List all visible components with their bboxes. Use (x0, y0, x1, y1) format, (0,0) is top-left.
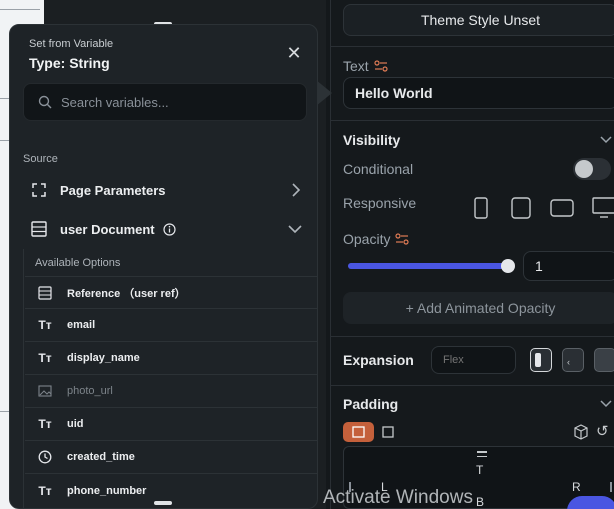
text-type-icon: Tт (38, 483, 52, 498)
opacity-slider-handle[interactable] (501, 259, 515, 273)
padding-heading: Padding (343, 396, 399, 412)
expansion-flexible-button[interactable]: ‹ (562, 348, 584, 372)
reset-icon[interactable]: ↺ (596, 422, 609, 440)
info-icon[interactable] (163, 222, 176, 236)
theme-style-label: Theme Style Unset (420, 12, 541, 28)
text-type-icon: Tт (38, 318, 52, 332)
responsive-label: Responsive (343, 195, 417, 211)
padding-top-handle-line (477, 456, 487, 457)
canvas-line (0, 9, 40, 10)
text-type-icon: Tт (38, 351, 52, 365)
expansion-flex-field[interactable] (431, 346, 516, 374)
padding-top-handle[interactable] (477, 451, 487, 453)
chevron-right-icon[interactable] (289, 182, 303, 198)
padding-all-sides-button[interactable] (343, 422, 374, 442)
chevron-down-icon[interactable] (599, 133, 613, 147)
dialog-caption: Set from Variable (29, 38, 114, 50)
padding-top-label: T (476, 463, 484, 477)
search-input[interactable] (61, 94, 281, 110)
source-page-parameters[interactable]: Page Parameters (23, 173, 307, 207)
opacity-slider-fill (348, 263, 508, 269)
available-options-panel: Available Options Reference （user ref） T… (23, 249, 317, 508)
option-created-time[interactable]: created_time (25, 441, 317, 474)
properties-panel: Theme Style Unset Text Hello World Visib… (330, 0, 614, 509)
padding-bottom-label: B (476, 495, 485, 509)
option-photo-url: photo_url (25, 375, 317, 408)
padding-right-handle[interactable] (610, 482, 612, 492)
text-label: Text (343, 58, 369, 74)
source-row-label: user Document (60, 221, 155, 237)
option-label: email (67, 319, 96, 331)
page-params-icon (32, 183, 46, 197)
cube-icon[interactable] (574, 424, 588, 440)
text-value-field[interactable]: Hello World (343, 77, 614, 109)
divider (331, 336, 614, 337)
option-label: display_name (67, 352, 140, 364)
expansion-default-icon (535, 353, 541, 367)
expansion-expanded-button[interactable] (594, 348, 614, 372)
available-options-label: Available Options (35, 257, 121, 269)
option-label: created_time (67, 451, 135, 463)
divider (331, 385, 614, 386)
close-icon[interactable]: ✕ (284, 43, 304, 63)
tablet-landscape-icon[interactable] (550, 199, 574, 217)
opacity-value: 1 (535, 258, 543, 274)
option-uid[interactable]: Tт uid (25, 408, 317, 441)
conditional-toggle[interactable] (573, 158, 611, 180)
tablet-icon[interactable] (511, 197, 531, 219)
text-value: Hello World (355, 85, 433, 101)
set-variable-dialog: Set from Variable Type: String ✕ Source … (9, 24, 318, 509)
opacity-value-field[interactable]: 1 (523, 251, 614, 281)
option-email[interactable]: Tт email (25, 309, 317, 342)
square-icon (382, 426, 394, 438)
dialog-pointer (316, 80, 332, 106)
activate-windows-watermark: Activate Windows (323, 487, 473, 508)
option-label: Reference （user ref） (67, 287, 186, 300)
option-reference[interactable]: Reference （user ref） (25, 276, 317, 309)
chevron-left-icon: ‹ (567, 357, 570, 367)
variable-settings-icon[interactable] (374, 59, 388, 73)
chevron-down-icon[interactable] (287, 222, 303, 236)
phone-icon[interactable] (474, 197, 488, 219)
search-field[interactable] (23, 83, 307, 121)
text-type-icon: Tт (38, 417, 52, 431)
search-icon (38, 95, 52, 109)
add-animated-opacity-button[interactable]: + Add Animated Opacity (343, 292, 614, 324)
divider (331, 120, 614, 121)
add-animated-opacity-label: + Add Animated Opacity (405, 300, 556, 316)
desktop-icon[interactable] (592, 197, 614, 219)
source-row-label: Page Parameters (60, 182, 166, 198)
option-label: photo_url (67, 385, 113, 397)
document-icon (31, 221, 47, 237)
clock-icon (38, 450, 52, 464)
option-label: phone_number (67, 484, 147, 497)
theme-style-button[interactable]: Theme Style Unset (343, 4, 614, 36)
drag-handle[interactable] (154, 501, 172, 505)
option-label: uid (67, 418, 84, 430)
padding-single-side-button[interactable] (378, 422, 398, 442)
opacity-label: Opacity (343, 231, 391, 247)
toggle-knob (575, 160, 593, 178)
variable-settings-icon[interactable] (395, 232, 410, 246)
source-label: Source (23, 153, 58, 165)
expansion-heading: Expansion (343, 352, 414, 368)
chevron-down-icon[interactable] (599, 397, 613, 411)
flex-input[interactable] (443, 354, 503, 366)
image-icon (38, 385, 52, 397)
option-display-name[interactable]: Tт display_name (25, 342, 317, 375)
dialog-title: Type: String (29, 55, 110, 71)
conditional-label: Conditional (343, 161, 414, 177)
source-user-document[interactable]: user Document (23, 212, 307, 246)
document-icon (38, 285, 52, 300)
visibility-heading: Visibility (343, 132, 401, 148)
padding-right-label: R (572, 480, 581, 494)
help-fab[interactable] (567, 496, 614, 509)
divider (331, 46, 614, 47)
square-dashed-icon (352, 426, 365, 438)
opacity-slider-track[interactable] (348, 259, 515, 273)
expansion-default-button[interactable] (530, 348, 552, 372)
